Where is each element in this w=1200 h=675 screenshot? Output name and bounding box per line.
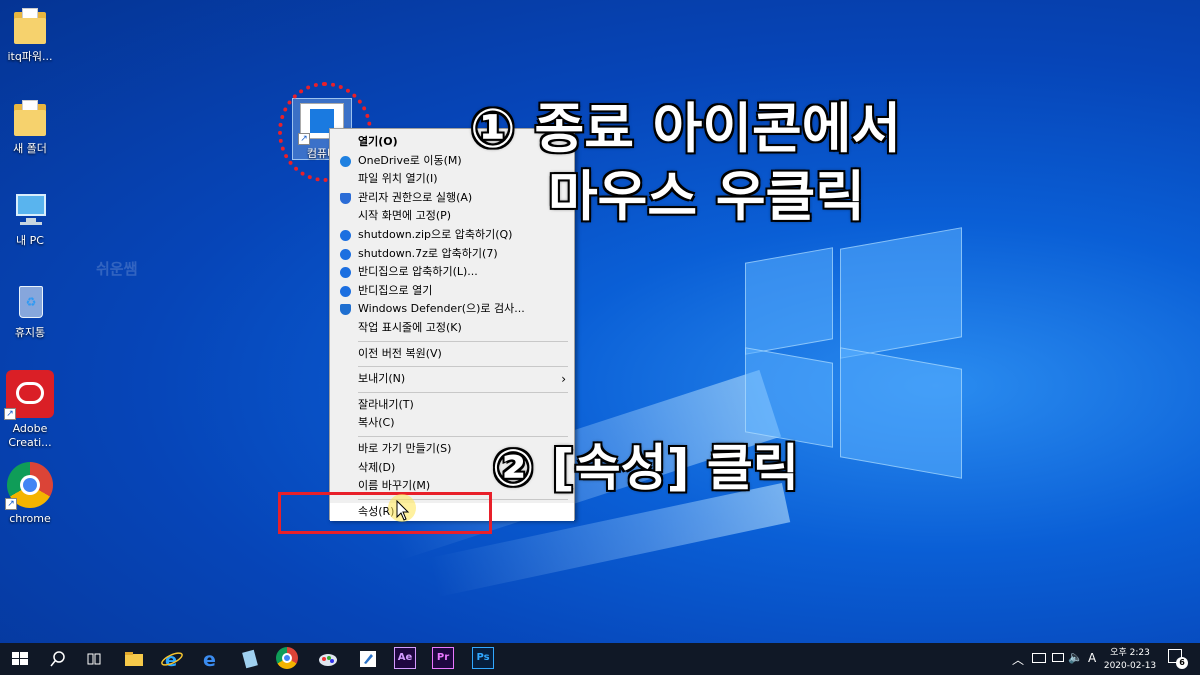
svg-text:e: e xyxy=(203,649,216,671)
menu-item-label: 시작 화면에 고정(P) xyxy=(358,209,452,223)
menu-item-label: OneDrive로 이동(M) xyxy=(358,153,462,167)
desktop-icon-recycle-bin[interactable]: ♻ 휴지통 xyxy=(0,282,60,340)
menu-item-label: Windows Defender(으)로 검사... xyxy=(358,302,525,316)
step2-text: ② [속성] 클릭 xyxy=(491,438,800,498)
menu-item-label: 반디집으로 압축하기(L)... xyxy=(358,265,478,279)
menu-item-label: shutdown.7z로 압축하기(7) xyxy=(358,246,498,260)
onedrive-icon xyxy=(340,155,351,167)
menu-separator xyxy=(358,366,568,368)
bandizip-icon xyxy=(340,267,351,279)
menu-item-label: 이름 바꾸기(M) xyxy=(358,479,431,493)
desktop: 쉬운쌤 itq파워... 새 폴더 내 PC ♻ 휴지통 ↗ Adobe Cre… xyxy=(0,0,1200,643)
notification-center-icon[interactable]: 6 xyxy=(1168,649,1188,669)
task-view-icon[interactable] xyxy=(82,647,106,671)
folder-icon xyxy=(10,98,50,138)
desktop-icon-this-pc[interactable]: 내 PC xyxy=(0,190,60,248)
bandizip-icon xyxy=(340,285,351,297)
clock-time: 오후 2:23 xyxy=(1110,648,1150,658)
edge-icon[interactable]: e xyxy=(198,647,222,671)
clock[interactable]: 오후 2:23 2020-02-13 xyxy=(1100,645,1160,671)
menu-item-label: 삭제(D) xyxy=(358,460,396,474)
uac-shield-icon xyxy=(340,192,351,204)
after-effects-icon[interactable]: Ae xyxy=(394,647,418,671)
display-icon[interactable] xyxy=(1052,653,1064,662)
menu-item-label: shutdown.zip으로 압축하기(Q) xyxy=(358,227,513,241)
adobe-cc-icon: ↗ xyxy=(4,370,54,420)
clock-date: 2020-02-13 xyxy=(1103,661,1157,671)
notification-count: 6 xyxy=(1176,657,1188,669)
desktop-icon-adobe-cc[interactable]: ↗ Adobe Creati... xyxy=(0,370,60,450)
menu-item[interactable]: Windows Defender(으)로 검사... xyxy=(330,300,574,319)
menu-item-label: 반디집으로 열기 xyxy=(358,283,433,297)
recycle-bin-icon: ♻ xyxy=(10,282,50,322)
chevron-right-icon: › xyxy=(561,372,566,387)
menu-item-label: 파일 위치 열기(I) xyxy=(358,172,438,186)
step1-line2: 마우스 우클릭 xyxy=(547,164,866,229)
photoshop-icon[interactable]: Ps xyxy=(472,647,496,671)
pc-icon xyxy=(10,190,50,230)
logo-pane xyxy=(840,227,962,359)
desktop-icon-chrome[interactable]: ↗ chrome xyxy=(0,462,60,526)
menu-item[interactable]: 반디집으로 압축하기(L)... xyxy=(330,263,574,282)
notepad-icon[interactable] xyxy=(238,647,262,671)
defender-icon xyxy=(340,304,351,316)
shortcut-arrow-icon: ↗ xyxy=(4,408,16,420)
menu-item[interactable]: 반디집으로 열기 xyxy=(330,282,574,301)
desktop-icon-itq[interactable]: itq파워... xyxy=(0,6,60,64)
logo-pane xyxy=(745,247,833,355)
menu-item-label: 바로 가기 만들기(S) xyxy=(358,441,452,455)
menu-item[interactable]: shutdown.zip으로 압축하기(Q) xyxy=(330,226,574,245)
menu-item[interactable]: 보내기(N) › xyxy=(330,370,574,389)
desktop-icon-new-folder[interactable]: 새 폴더 xyxy=(0,98,60,156)
menu-item[interactable]: 잘라내기(T) xyxy=(330,396,574,415)
volume-icon[interactable]: 🔈 xyxy=(1068,650,1083,664)
menu-item-label: 잘라내기(T) xyxy=(358,397,414,411)
bandizip-icon xyxy=(340,229,351,241)
menu-item[interactable]: 관리자 권한으로 실행(A) xyxy=(330,189,574,208)
network-icon[interactable] xyxy=(1032,653,1046,663)
menu-separator xyxy=(358,391,568,393)
ime-indicator[interactable]: A xyxy=(1088,651,1096,665)
highlight-rect xyxy=(278,492,492,534)
menu-separator xyxy=(358,340,568,342)
start-icon[interactable] xyxy=(8,647,32,671)
paint-icon[interactable] xyxy=(316,647,340,671)
premiere-icon[interactable]: Pr xyxy=(432,647,456,671)
taskbar: e e Ae Pr Ps ︿ 🔈 A 오후 2:23 2020-02-13 6 xyxy=(0,643,1200,675)
chrome-icon[interactable] xyxy=(276,647,300,671)
menu-item-label: 복사(C) xyxy=(358,416,395,430)
menu-item-label: 보내기(N) xyxy=(358,372,406,386)
watermark: 쉬운쌤 xyxy=(96,260,138,278)
tray-chevron-icon[interactable]: ︿ xyxy=(1012,651,1024,668)
ie-icon[interactable]: e xyxy=(160,647,184,671)
menu-item[interactable]: 작업 표시줄에 고정(K) xyxy=(330,319,574,338)
logo-pane xyxy=(840,347,962,479)
shortcut-arrow-icon: ↗ xyxy=(5,498,17,510)
chrome-icon: ↗ xyxy=(5,462,53,510)
menu-item-label: 이전 버전 복원(V) xyxy=(358,346,442,360)
menu-item[interactable]: shutdown.7z로 압축하기(7) xyxy=(330,245,574,264)
menu-item[interactable]: 시작 화면에 고정(P) xyxy=(330,207,574,226)
search-icon[interactable] xyxy=(46,647,70,671)
menu-item-label: 관리자 권한으로 실행(A) xyxy=(358,190,473,204)
editor-icon[interactable] xyxy=(356,647,380,671)
menu-item-label: 열기(O) xyxy=(358,135,398,148)
menu-item[interactable]: 파일 위치 열기(I) xyxy=(330,170,574,189)
menu-item-label: 작업 표시줄에 고정(K) xyxy=(358,320,462,334)
bandizip-icon xyxy=(340,248,351,260)
folder-icon xyxy=(10,6,50,46)
file-explorer-icon[interactable] xyxy=(122,647,146,671)
menu-item[interactable]: 이전 버전 복원(V) xyxy=(330,345,574,364)
